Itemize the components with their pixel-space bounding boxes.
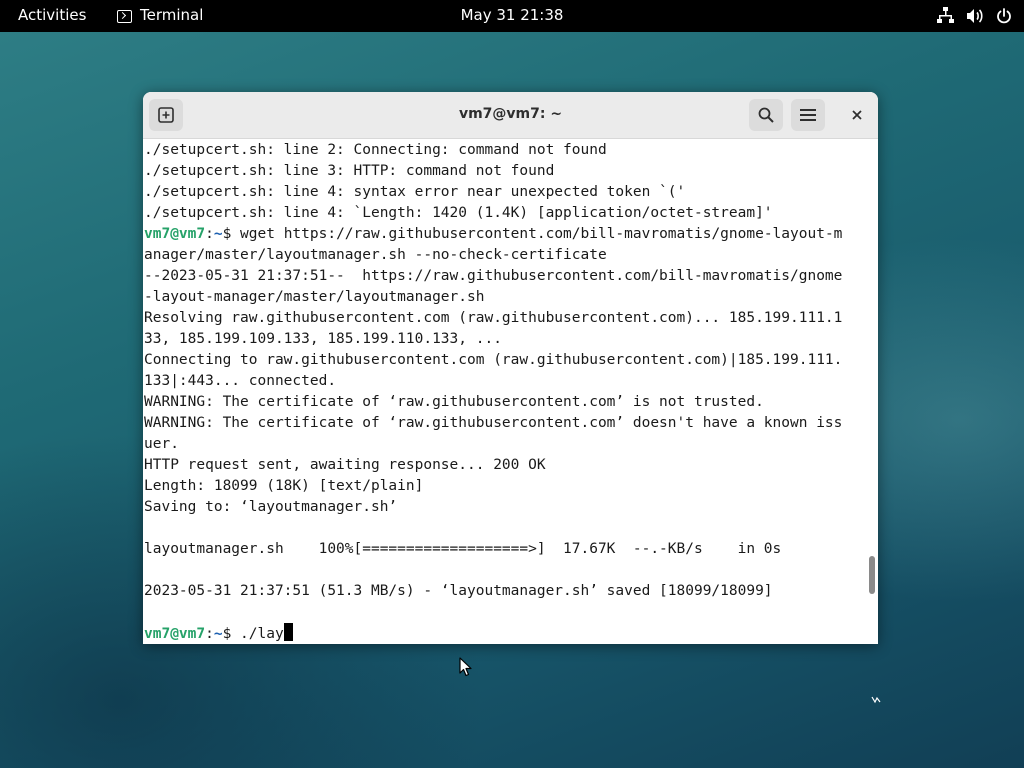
terminal-line: 33, 185.199.109.133, 185.199.110.133, ..…: [144, 331, 502, 347]
cursor-artifact-icon: [871, 696, 881, 704]
terminal-line: anager/master/layoutmanager.sh --no-chec…: [144, 247, 607, 263]
current-input[interactable]: ./lay: [240, 626, 284, 642]
app-menu[interactable]: Terminal: [117, 6, 203, 24]
command-text: wget https://raw.githubusercontent.com/b…: [240, 226, 843, 242]
prompt-symbol: $: [222, 226, 241, 242]
menu-button[interactable]: [791, 99, 825, 131]
top-bar: Activities Terminal May 31 21:38: [0, 0, 1024, 32]
prompt-path: ~: [213, 626, 223, 642]
prompt-user: vm7@vm7: [144, 226, 206, 242]
search-icon: [758, 107, 774, 123]
menu-icon: [800, 109, 816, 121]
close-icon: [852, 110, 862, 120]
terminal-window[interactable]: vm7@vm7: ~ ./setupcert.sh: line 2: Conne…: [143, 92, 878, 644]
terminal-line: --2023-05-31 21:37:51-- https://raw.gith…: [144, 268, 843, 284]
clock[interactable]: May 31 21:38: [461, 6, 564, 24]
search-button[interactable]: [749, 99, 783, 131]
terminal-line: HTTP request sent, awaiting response... …: [144, 457, 546, 473]
text-cursor: [283, 623, 293, 641]
terminal-line: WARNING: The certificate of ‘raw.githubu…: [144, 415, 843, 431]
terminal-line: Saving to: ‘layoutmanager.sh’: [144, 499, 398, 515]
terminal-line: ./setupcert.sh: line 2: Connecting: comm…: [144, 142, 607, 158]
app-name: Terminal: [140, 6, 204, 24]
prompt-separator: :: [205, 226, 214, 242]
terminal-line: Length: 18099 (18K) [text/plain]: [144, 478, 424, 494]
title-bar[interactable]: vm7@vm7: ~: [143, 92, 878, 139]
terminal-line: ./setupcert.sh: line 4: `Length: 1420 (1…: [144, 205, 773, 221]
volume-icon[interactable]: [966, 8, 984, 24]
close-button[interactable]: [840, 99, 874, 131]
terminal-line: ./setupcert.sh: line 3: HTTP: command no…: [144, 163, 555, 179]
scrollbar[interactable]: [867, 139, 875, 644]
terminal-line: Connecting to raw.githubusercontent.com …: [144, 352, 843, 368]
prompt-symbol: $: [222, 626, 241, 642]
prompt-path: ~: [213, 226, 223, 242]
mouse-pointer-icon: [459, 657, 472, 677]
terminal-line: 133|:443... connected.: [144, 373, 337, 389]
terminal-icon: [117, 9, 132, 23]
terminal-line: Resolving raw.githubusercontent.com (raw…: [144, 310, 843, 326]
prompt-separator: :: [205, 626, 214, 642]
activities-button[interactable]: Activities: [18, 6, 86, 24]
terminal-line: -layout-manager/master/layoutmanager.sh: [144, 289, 485, 305]
scrollbar-thumb[interactable]: [869, 556, 875, 594]
terminal-line: uer.: [144, 436, 179, 452]
power-icon[interactable]: [996, 7, 1012, 24]
terminal-output[interactable]: ./setupcert.sh: line 2: Connecting: comm…: [143, 139, 866, 644]
system-tray[interactable]: [937, 7, 1012, 24]
network-icon[interactable]: [937, 7, 954, 24]
terminal-line: WARNING: The certificate of ‘raw.githubu…: [144, 394, 764, 410]
progress-line: layoutmanager.sh 100%[==================…: [144, 541, 782, 557]
prompt-user: vm7@vm7: [144, 626, 206, 642]
prompt-line: vm7@vm7:~$ wget https://raw.githubuserco…: [144, 224, 842, 245]
prompt-line[interactable]: vm7@vm7:~$ ./lay: [144, 623, 293, 644]
terminal-line: 2023-05-31 21:37:51 (51.3 MB/s) - ‘layou…: [144, 583, 773, 599]
terminal-line: ./setupcert.sh: line 4: syntax error nea…: [144, 184, 686, 200]
